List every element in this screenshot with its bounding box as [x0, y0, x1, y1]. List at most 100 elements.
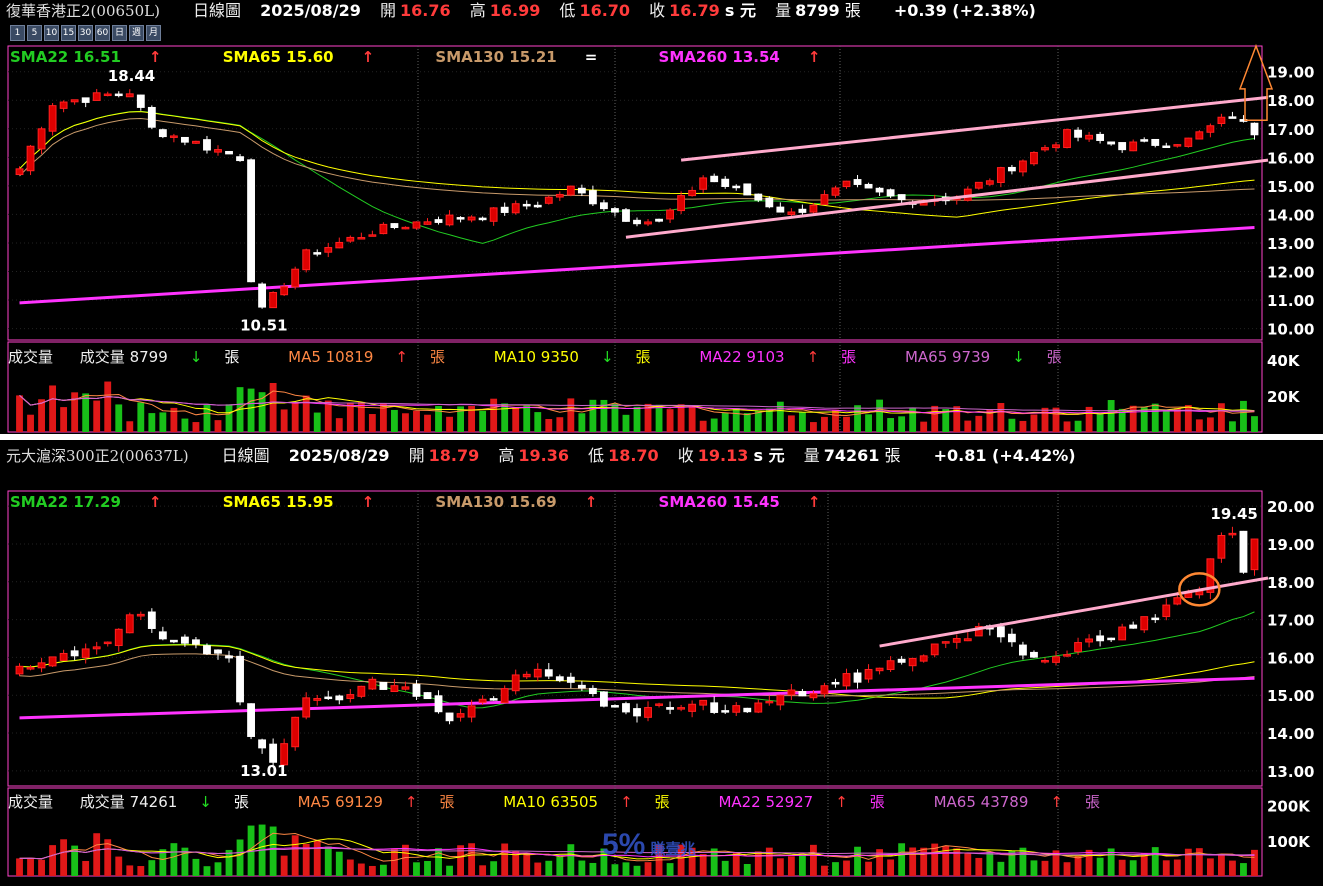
volume-bar	[688, 407, 696, 432]
volume-bar	[556, 856, 564, 876]
volume-bar	[821, 865, 828, 876]
candle	[1217, 534, 1226, 559]
candle	[1173, 597, 1182, 605]
sma65-arrow: ↑	[361, 48, 375, 66]
candle	[1074, 642, 1082, 653]
candle	[81, 97, 90, 103]
candle	[15, 665, 24, 675]
candle	[952, 638, 961, 643]
timeframe-button[interactable]: 60	[95, 25, 110, 41]
volume-legend: 成交量 成交量 74261 ↓ 張 MA5 69129 ↑ 張 MA10 63505 ↑ 張…	[8, 791, 1144, 812]
candle	[1162, 604, 1171, 618]
vol-ma10: MA10 63505	[503, 793, 599, 811]
volume-bar	[545, 860, 553, 876]
volume-title: 成交量	[8, 348, 54, 366]
volume-bar	[115, 404, 123, 432]
candle	[721, 710, 730, 713]
volume-bar	[589, 862, 597, 876]
candle	[1007, 166, 1016, 172]
volume-bar	[192, 858, 200, 876]
volume-bar	[1052, 407, 1060, 432]
candle	[1030, 651, 1038, 658]
candle	[125, 93, 134, 98]
candle	[269, 291, 278, 309]
sma22-arrow: ↑	[148, 48, 162, 66]
y-tick-label: 18.00	[1267, 92, 1314, 110]
candle	[500, 206, 509, 213]
candle	[996, 167, 1005, 183]
candle	[941, 641, 950, 644]
candle	[445, 214, 454, 226]
candle	[710, 702, 719, 713]
timeframe-button[interactable]: 日	[112, 25, 127, 41]
sma22-arrow: ↑	[148, 493, 162, 511]
candle	[225, 655, 233, 659]
y-tick-label: 17.00	[1267, 612, 1314, 630]
candle	[776, 206, 785, 213]
candle	[566, 185, 575, 196]
volume-bar	[865, 414, 872, 432]
candle	[798, 691, 807, 697]
timeframe-button[interactable]: 月	[146, 25, 161, 41]
y-tick-label: 17.00	[1267, 121, 1314, 139]
vol-arrow: ↑	[806, 348, 820, 366]
candle	[666, 209, 674, 220]
candle	[37, 662, 46, 669]
sma65-label: SMA65 15.60	[222, 48, 334, 66]
timeframe-button[interactable]: 週	[129, 25, 144, 41]
volume-bar	[313, 840, 321, 876]
candle	[1096, 635, 1105, 642]
candle	[765, 700, 774, 704]
volume-bar	[170, 843, 178, 876]
volume-bar	[1129, 860, 1137, 876]
timeframe-button[interactable]: 30	[78, 25, 93, 41]
candle	[919, 655, 928, 662]
candle	[390, 685, 399, 693]
candle	[258, 283, 267, 308]
volume-bar	[986, 851, 994, 876]
vol-ma65: MA65 9739	[904, 348, 991, 366]
timeframe-button[interactable]: 15	[61, 25, 76, 41]
volume-bar	[457, 845, 464, 876]
candle	[963, 638, 972, 642]
volume-bar	[335, 851, 343, 876]
candle	[489, 207, 498, 222]
volume-bar	[1217, 403, 1225, 432]
candle	[1085, 134, 1094, 140]
volume-bar	[1063, 421, 1071, 432]
volume-bar	[1206, 417, 1214, 432]
volume-bar	[798, 412, 806, 432]
candle	[633, 708, 641, 717]
candle	[1052, 144, 1060, 149]
candle	[147, 106, 156, 128]
candle	[434, 219, 443, 223]
candle	[1140, 616, 1149, 631]
candle	[743, 183, 752, 196]
volume-bar	[743, 864, 751, 876]
timeframe-button[interactable]: 5	[27, 25, 42, 41]
candle	[1107, 637, 1116, 641]
candle	[699, 699, 708, 706]
volume-bar	[192, 422, 200, 432]
candle	[864, 668, 873, 680]
sma130-label: SMA130 15.21	[435, 48, 557, 66]
candle	[1030, 151, 1038, 165]
candle	[357, 237, 366, 240]
volume-bar	[16, 395, 23, 432]
stock-charts[interactable]: 10.00 11.00 12.00 13.00 14.00 15.00 16.00 17.00…	[0, 0, 1323, 886]
candle	[732, 705, 741, 713]
timeframe-button[interactable]: 10	[44, 25, 59, 41]
candle	[622, 209, 630, 222]
y-tick-label: 20.00	[1267, 498, 1314, 516]
volume-bar	[357, 401, 365, 432]
volume-bar	[1096, 857, 1104, 876]
volume-bar	[1151, 403, 1159, 432]
candle	[236, 655, 244, 703]
volume-bar	[1107, 400, 1115, 432]
volume-bar	[1251, 849, 1258, 876]
vol-unit: 張	[233, 793, 249, 811]
candle	[70, 650, 79, 657]
volume-bar	[225, 849, 233, 876]
candle	[103, 641, 112, 645]
timeframe-button[interactable]: 1	[10, 25, 25, 41]
